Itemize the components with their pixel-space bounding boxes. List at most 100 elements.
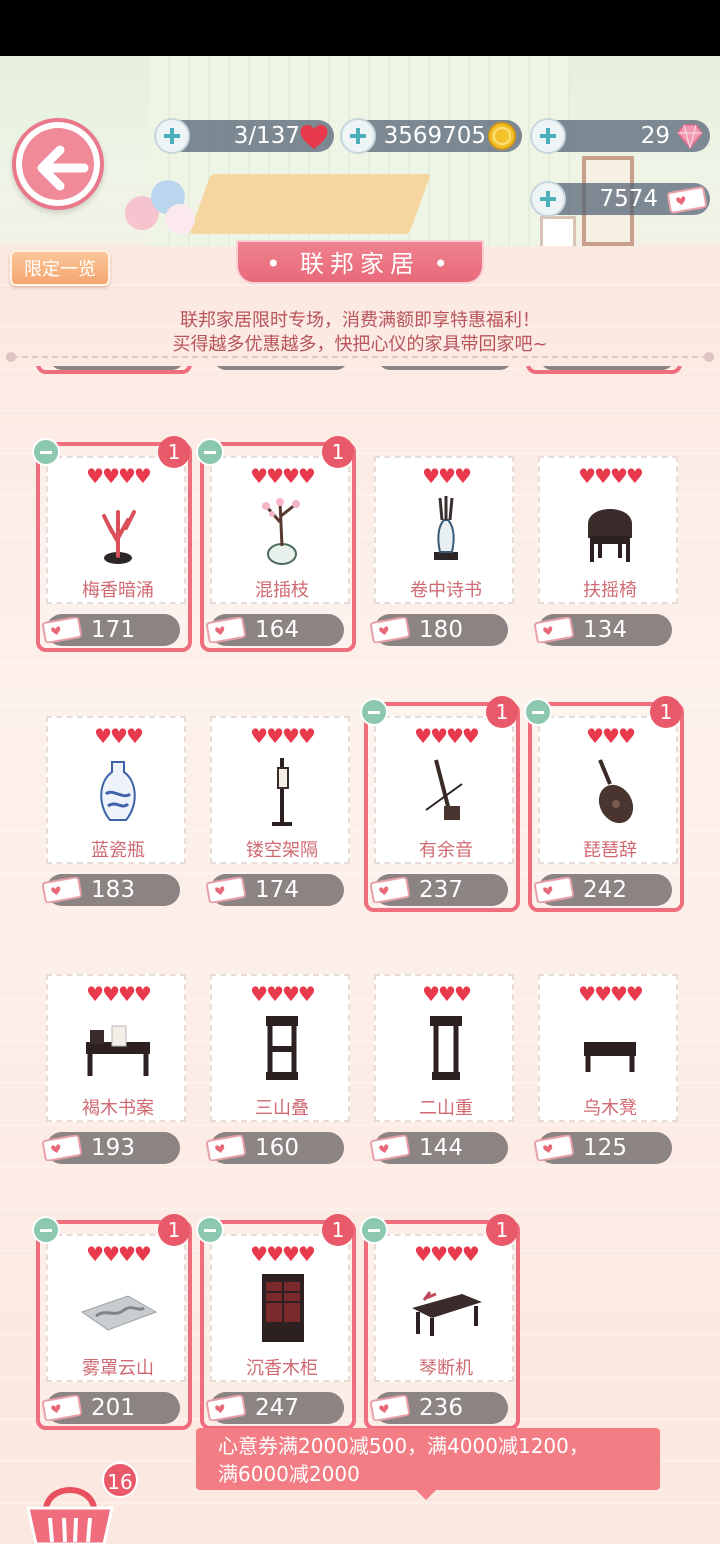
remove-item-button[interactable] [524,698,552,726]
back-button[interactable] [12,118,104,210]
item-tile[interactable]: ♥♥♥♥ 扶摇椅 [538,456,678,604]
remove-item-button[interactable] [360,698,388,726]
item-price: 174 [206,874,344,906]
item-card[interactable]: ♥♥♥ 琵琶辞 242 1 [524,696,688,924]
remove-item-button[interactable] [32,438,60,466]
item-name: 梅香暗涌 [82,580,154,601]
item-tile[interactable]: ♥♥♥♥ 镂空架隔 [210,716,350,864]
item-tile[interactable]: ♥♥♥♥ 雾罩云山 [46,1234,186,1382]
item-card[interactable]: ♥♥♥♥ 琴断机 236 1 [360,1214,524,1442]
item-price: 237 [370,874,508,906]
item-price-value: 247 [255,1395,299,1421]
intro-line-2: 买得越多优惠越多，快把心仪的家具带回家吧~ [172,334,548,355]
item-card[interactable]: ♥♥♥♥ 三山叠 160 [204,974,360,1182]
remove-item-button[interactable] [32,1216,60,1244]
item-hearts: ♥♥♥♥ [414,724,480,748]
stool-icon [584,1042,636,1072]
item-card[interactable]: ♥♥♥♥ 混插枝 164 1 [196,436,360,664]
hearts-value: 3/137 [233,123,300,149]
lantern-stand-icon [272,758,292,826]
item-grid[interactable]: ♥♥♥♥ 梅香暗涌 171 1 ♥♥♥♥ 混插枝 164 1 ♥♥♥ 卷中诗书 180 ♥♥♥♥ 扶摇椅… [0,366,720,1544]
voucher-ticket-icon [667,186,707,214]
item-hearts: ♥♥♥♥ [86,982,152,1006]
vouchers-value: 7574 [599,186,658,212]
item-price: 125 [534,1132,672,1164]
item-tile[interactable]: ♥♥♥♥ 褐木书案 [46,974,186,1122]
item-card[interactable]: ♥♥♥ 蓝瓷瓶 183 [40,716,196,924]
item-hearts: ♥♥♥♥ [414,1242,480,1266]
item-hearts: ♥♥♥♥ [250,982,316,1006]
item-name: 有余音 [419,840,473,861]
item-tile[interactable]: ♥♥♥♥ 琴断机 [374,1234,514,1382]
item-card[interactable]: ♥♥♥♥ 梅香暗涌 171 1 [32,436,196,664]
item-price: 193 [42,1132,180,1164]
two-tier-stand-icon [430,1016,462,1080]
item-name: 琵琶辞 [583,840,637,861]
item-hearts: ♥♥♥♥ [250,1242,316,1266]
remove-item-button[interactable] [196,1216,224,1244]
item-price: 144 [370,1132,508,1164]
blue-porcelain-vase-icon [100,761,136,821]
item-price: 134 [534,614,672,646]
limited-list-button[interactable]: 限定一览 [10,250,110,286]
add-coins-button[interactable] [340,118,376,154]
item-price-value: 193 [91,1135,135,1161]
item-price-value: 237 [419,877,463,903]
section-divider [6,352,714,362]
item-quantity-badge: 1 [322,1214,354,1246]
item-hearts: ♥♥♥♥ [578,982,644,1006]
item-card[interactable]: ♥♥♥♥ 乌木凳 125 [532,974,688,1182]
item-price-value: 144 [419,1135,463,1161]
item-card[interactable]: ♥♥♥♥ 扶摇椅 134 [532,456,688,664]
discount-tip: 心意券满2000减500，满4000减1200， 满6000减2000 [196,1428,660,1500]
item-price-value: 134 [583,617,627,643]
landscape-rug-icon [80,1295,158,1331]
item-tile[interactable]: ♥♥♥ 卷中诗书 [374,456,514,604]
add-hearts-button[interactable] [154,118,190,154]
wall-picture-small [540,216,576,246]
item-price: 171 [42,614,180,646]
gold-coin-icon [488,122,516,150]
armchair-icon [588,509,632,562]
item-card[interactable]: ♥♥♥♥ 褐木书案 193 [40,974,196,1182]
item-name: 蓝瓷瓶 [91,840,145,861]
item-tile[interactable]: ♥♥♥♥ 沉香木柜 [210,1234,350,1382]
item-name: 混插枝 [255,580,309,601]
item-tile[interactable]: ♥♥♥ 蓝瓷瓶 [46,716,186,864]
item-price-value: 174 [255,877,299,903]
item-card[interactable]: ♥♥♥♥ 有余音 237 1 [360,696,524,924]
item-hearts: ♥♥♥♥ [250,724,316,748]
item-card[interactable]: ♥♥♥♥ 雾罩云山 201 1 [32,1214,196,1442]
item-card[interactable]: ♥♥♥♥ 镂空架隔 174 [204,716,360,924]
item-price: 247 [206,1392,344,1424]
add-gems-button[interactable] [530,118,566,154]
item-name: 琴断机 [419,1358,473,1379]
remove-item-button[interactable] [360,1216,388,1244]
pink-gem-icon [677,124,703,150]
item-tile[interactable]: ♥♥♥ 二山重 [374,974,514,1122]
item-price-value: 160 [255,1135,299,1161]
vouchers-resource: 7574 [530,181,710,217]
item-tile[interactable]: ♥♥♥♥ 乌木凳 [538,974,678,1122]
guqin-table-icon [412,1291,482,1336]
item-tile[interactable]: ♥♥♥ 琵琶辞 [538,716,678,864]
add-vouchers-button[interactable] [530,181,566,217]
item-tile[interactable]: ♥♥♥♥ 有余音 [374,716,514,864]
item-card[interactable]: ♥♥♥♥ 沉香木柜 247 1 [196,1214,360,1442]
item-name: 镂空架隔 [246,840,318,861]
three-tier-stand-icon [266,1016,298,1080]
item-card[interactable]: ♥♥♥ 二山重 144 [368,974,524,1182]
item-name: 褐木书案 [82,1098,154,1119]
flower-decoration [125,176,205,246]
item-tile[interactable]: ♥♥♥♥ 三山叠 [210,974,350,1122]
item-quantity-badge: 1 [322,436,354,468]
remove-item-button[interactable] [196,438,224,466]
item-tile[interactable]: ♥♥♥♥ 梅香暗涌 [46,456,186,604]
item-price-value: 236 [419,1395,463,1421]
item-tile[interactable]: ♥♥♥♥ 混插枝 [210,456,350,604]
item-card[interactable]: ♥♥♥ 卷中诗书 180 [368,456,524,664]
scroll-vase-icon [434,496,458,560]
item-name: 乌木凳 [583,1098,637,1119]
hearts-resource: 3/137 [154,118,334,154]
item-price-value: 183 [91,877,135,903]
